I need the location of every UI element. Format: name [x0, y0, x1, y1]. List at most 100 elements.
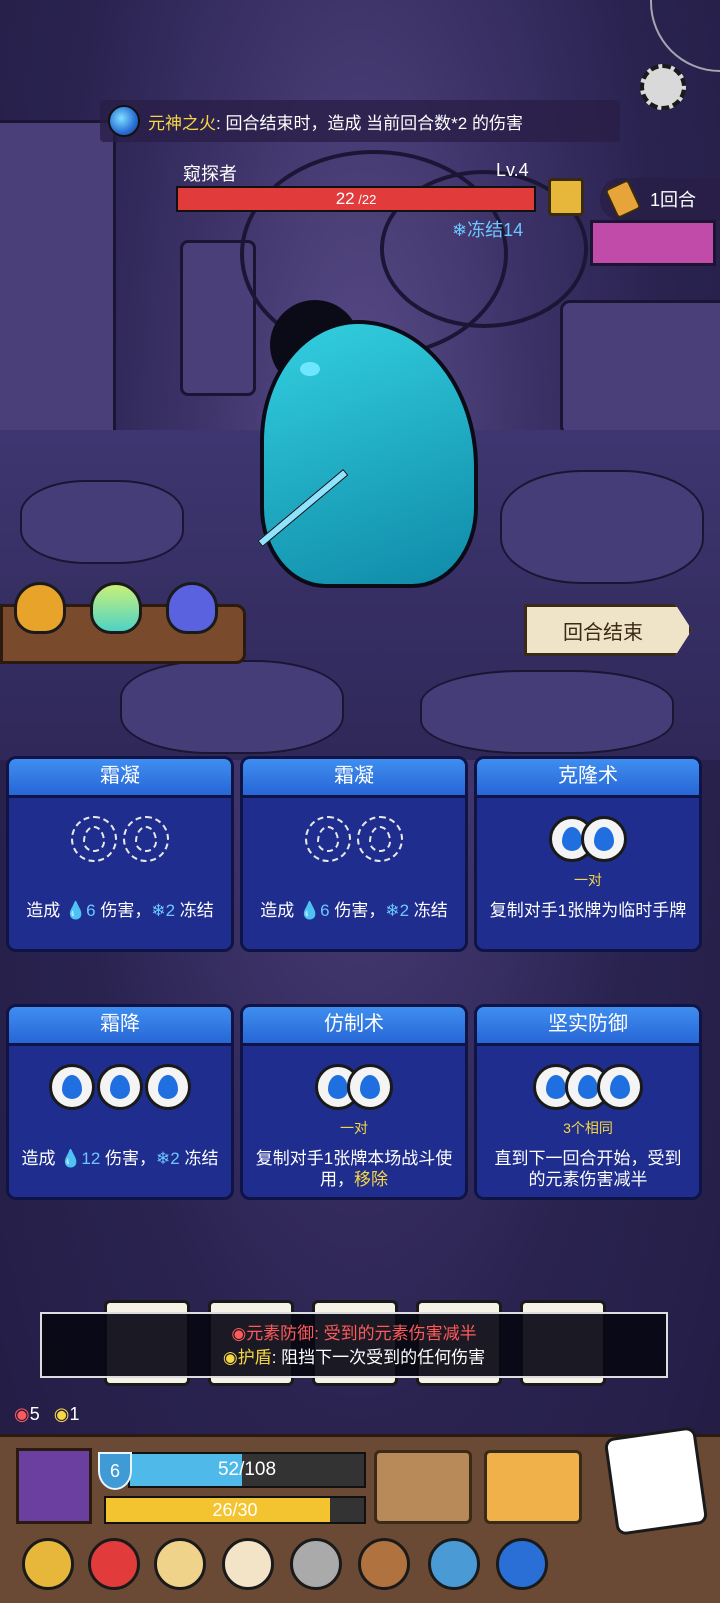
tooltip-text: : 阻挡下一次受到的任何伤害: [271, 1348, 486, 1367]
elemental-defense-icon: ◉: [231, 1324, 247, 1343]
water-die-icon: [145, 1064, 191, 1110]
rock: [20, 480, 184, 564]
desc-text: 伤害，: [100, 1149, 157, 1168]
potion-orange-icon[interactable]: [14, 582, 66, 634]
damage-value: 6: [86, 901, 96, 920]
water-damage-icon: 💧: [60, 1149, 82, 1168]
relic-claw-icon[interactable]: [154, 1538, 206, 1590]
desc-text: 冻结: [175, 901, 214, 920]
water-damage-icon: 💧: [298, 901, 321, 920]
card-dice-slots: [9, 1064, 231, 1116]
elemental-defense-icon: ◉: [14, 1404, 30, 1424]
relic-medallion-icon[interactable]: [222, 1538, 274, 1590]
card-dice-slots: [243, 816, 465, 868]
enemy-level: Lv.4: [496, 160, 529, 180]
stone-altar: [560, 300, 720, 436]
water-die-icon: [97, 1064, 143, 1110]
status-tooltip: ◉元素防御: 受到的元素伤害减半 ◉护盾: 阻挡下一次受到的任何伤害: [40, 1312, 668, 1378]
empty-water-slot-icon: [305, 816, 351, 862]
skill-card[interactable]: 霜凝 造成 💧6 伤害，❄2 冻结: [240, 756, 468, 952]
water-die-icon: [597, 1064, 643, 1110]
potion-green-icon[interactable]: [90, 582, 142, 634]
empty-water-slot-icon: [357, 816, 403, 862]
elemental-defense-buff[interactable]: ◉5: [14, 1404, 40, 1425]
player-avatar[interactable]: [16, 1448, 92, 1524]
player-energy-text: 26/30: [212, 1500, 258, 1520]
card-dice-slots: [477, 816, 699, 868]
card-title: 霜凝: [9, 759, 231, 798]
relic-flame-icon[interactable]: [88, 1538, 140, 1590]
end-turn-button[interactable]: 回合结束: [524, 604, 692, 656]
relic-coin-icon[interactable]: [22, 1538, 74, 1590]
potion-blue-icon[interactable]: [166, 582, 218, 634]
player-hp-bar: 52/108: [128, 1452, 366, 1488]
relic-mushroom-icon[interactable]: [428, 1538, 480, 1590]
locked-slot-icon[interactable]: [374, 1450, 472, 1524]
skill-card[interactable]: 坚实防御 3个相同 直到下一回合开始，受到的元素伤害减半: [474, 1004, 702, 1200]
tooltip-key: 护盾: [237, 1348, 272, 1367]
water-damage-icon: 💧: [64, 901, 87, 920]
desc-text: 造成: [260, 901, 299, 920]
enemy-hp-max: /22: [354, 192, 377, 207]
player-buffs[interactable]: ◉5 ◉1: [14, 1404, 79, 1425]
element-dice-icon[interactable]: [603, 1426, 709, 1536]
skill-card[interactable]: 霜降 造成 💧12 伤害，❄2 冻结: [6, 1004, 234, 1200]
card-title: 克隆术: [477, 759, 699, 798]
card-description: 复制对手1张牌为临时手牌: [489, 901, 687, 920]
empty-water-slot-icon: [123, 816, 169, 862]
buff-count: 1: [69, 1404, 80, 1424]
skill-card[interactable]: 克隆术 一对 复制对手1张牌为临时手牌: [474, 756, 702, 952]
freeze-icon: ❄: [385, 901, 400, 920]
rock: [120, 660, 344, 754]
freeze-value: 2: [399, 901, 410, 920]
burst-skill-icon[interactable]: [484, 1450, 582, 1524]
relic-effect-banner: 元神之火 : 回合结束时，造成 当前回合数*2 的伤害: [100, 100, 620, 142]
rock: [500, 470, 704, 584]
water-die-icon: [49, 1064, 95, 1110]
rock: [420, 670, 674, 754]
shield-icon: ◉: [222, 1348, 238, 1367]
card-title: 霜凝: [243, 759, 465, 798]
card-dice-slots: [9, 816, 231, 868]
card-requirement: 一对: [574, 872, 602, 888]
player-energy-bar: 26/30: [104, 1496, 366, 1524]
card-title: 坚实防御: [477, 1007, 699, 1046]
card-requirement: 3个相同: [563, 1120, 613, 1136]
round-label: 1回合: [650, 190, 697, 210]
freeze-value: 2: [165, 901, 176, 920]
shield-buff[interactable]: ◉1: [54, 1404, 80, 1425]
banner-key: 元神之火: [148, 113, 216, 133]
desc-text: 伤害，: [95, 901, 152, 920]
card-requirement: [9, 870, 231, 888]
player-hp-text: 52/108: [217, 1459, 277, 1480]
card-description: 造成 💧6 伤害，❄2 冻结: [243, 900, 465, 921]
relic-spirit-fire-icon[interactable]: [496, 1538, 548, 1590]
tooltip-text: : 受到的元素伤害减半: [314, 1324, 477, 1343]
tooltip-line-defense: ◉元素防御: 受到的元素伤害减半: [42, 1322, 666, 1346]
enemy-intent-card-icon[interactable]: [548, 178, 584, 216]
round-counter: 1回合: [600, 178, 720, 220]
buff-count: 5: [29, 1404, 40, 1424]
card-dice-slots: [243, 1064, 465, 1116]
empty-water-slot-icon: [71, 816, 117, 862]
damage-value: 12: [81, 1149, 101, 1168]
relic-armor-icon[interactable]: [358, 1538, 410, 1590]
enemy-freeze-status: ❄冻结14: [452, 220, 524, 240]
enemy-hp-bar: 22 /22: [176, 186, 536, 212]
desc-text: 伤害，: [329, 901, 386, 920]
card-requirement: 一对: [340, 1120, 368, 1136]
banner-text: : 回合结束时，造成 当前回合数*2 的伤害: [216, 113, 523, 133]
relic-gear-icon[interactable]: [290, 1538, 342, 1590]
spirit-fire-icon: [108, 105, 140, 137]
skill-card[interactable]: 仿制术 一对 复制对手1张牌本场战斗使用，移除: [240, 1004, 468, 1200]
enemy-name: 窥探者: [183, 164, 237, 184]
card-description: 直到下一回合开始，受到的元素伤害减半: [494, 1149, 682, 1189]
shield-icon: ◉: [53, 1404, 70, 1424]
tooltip-line-shield: ◉护盾: 阻挡下一次受到的任何伤害: [42, 1346, 666, 1370]
card-description: 复制对手1张牌本场战斗使用，移除: [243, 1148, 465, 1190]
settings-gear-icon[interactable]: [640, 64, 686, 110]
monster-eye: [300, 362, 320, 376]
skill-card[interactable]: 霜凝 造成 💧6 伤害，❄2 冻结: [6, 756, 234, 952]
card-title: 仿制术: [243, 1007, 465, 1046]
remove-keyword: 移除: [354, 1170, 388, 1189]
